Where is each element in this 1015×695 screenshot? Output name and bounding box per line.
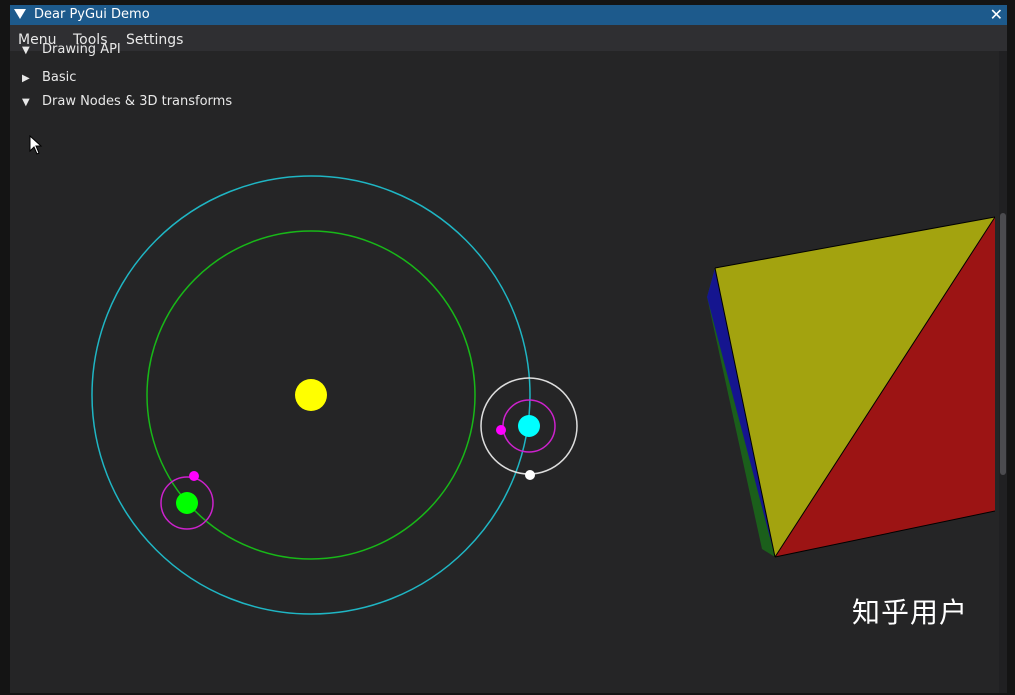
tree-node-label: Draw Nodes & 3D transforms <box>42 94 233 109</box>
planet2 <box>518 415 540 437</box>
expanded-arrow-icon: ▼ <box>22 45 30 56</box>
tree-node-draw-nodes[interactable]: ▼ Draw Nodes & 3D transforms <box>22 93 232 111</box>
scrollbar-thumb[interactable] <box>1000 213 1006 475</box>
title-bar[interactable]: Dear PyGui Demo ✕ <box>10 5 1007 25</box>
planet2-moon-magenta <box>496 425 506 435</box>
tree-node-label: Basic <box>42 70 77 85</box>
window-title: Dear PyGui Demo <box>34 7 150 22</box>
drawing-canvas[interactable] <box>10 111 995 631</box>
demo-window: Dear PyGui Demo ✕ Menu Tools Settings ▼ … <box>10 5 1007 693</box>
collapse-triangle-icon[interactable] <box>14 9 26 19</box>
close-icon[interactable]: ✕ <box>990 5 1003 25</box>
solar-system-drawing <box>91 175 578 615</box>
tree-node-basic[interactable]: ▶ Basic <box>22 69 76 87</box>
window-content: ▼ Drawing API ▶ Basic ▼ Draw Nodes & 3D … <box>10 42 995 693</box>
menu-bar: Menu Tools Settings <box>10 25 1007 51</box>
watermark-text: 知乎用户 <box>852 596 969 629</box>
collapsed-arrow-icon: ▶ <box>22 73 30 84</box>
expanded-arrow-icon: ▼ <box>22 97 30 108</box>
tree-header-drawing-api[interactable]: ▼ Drawing API <box>22 41 121 59</box>
earth-planet <box>176 492 198 514</box>
vertical-scrollbar[interactable] <box>999 51 1007 693</box>
earth-moon <box>189 471 199 481</box>
tree-header-label: Drawing API <box>42 42 121 57</box>
planet2-moon-white <box>525 470 535 480</box>
3d-tetrahedron <box>707 216 995 558</box>
sun <box>295 379 327 411</box>
